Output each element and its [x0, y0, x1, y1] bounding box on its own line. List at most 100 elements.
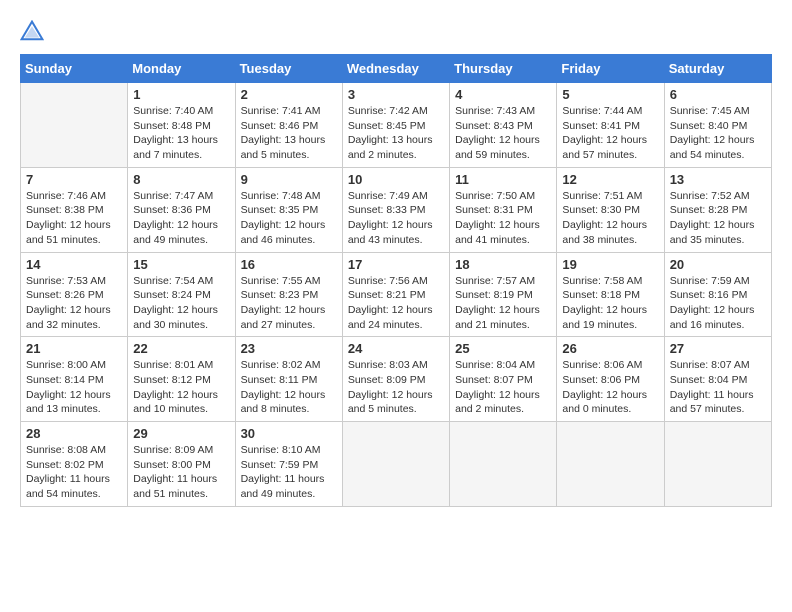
calendar-cell: 9 Sunrise: 7:48 AM Sunset: 8:35 PM Daylig…	[235, 167, 342, 252]
day-number: 29	[133, 426, 229, 441]
day-number: 4	[455, 87, 551, 102]
day-info: Sunrise: 7:43 AM Sunset: 8:43 PM Dayligh…	[455, 104, 551, 163]
day-number: 16	[241, 257, 337, 272]
day-info: Sunrise: 8:08 AM Sunset: 8:02 PM Dayligh…	[26, 443, 122, 502]
calendar-cell	[557, 422, 664, 507]
calendar-cell	[450, 422, 557, 507]
calendar-cell: 14 Sunrise: 7:53 AM Sunset: 8:26 PM Dayli…	[21, 252, 128, 337]
day-number: 22	[133, 341, 229, 356]
day-number: 13	[670, 172, 766, 187]
day-number: 12	[562, 172, 658, 187]
calendar-cell: 4 Sunrise: 7:43 AM Sunset: 8:43 PM Daylig…	[450, 83, 557, 168]
calendar-cell: 29 Sunrise: 8:09 AM Sunset: 8:00 PM Dayli…	[128, 422, 235, 507]
calendar-table: SundayMondayTuesdayWednesdayThursdayFrid…	[20, 54, 772, 507]
day-info: Sunrise: 8:09 AM Sunset: 8:00 PM Dayligh…	[133, 443, 229, 502]
day-number: 17	[348, 257, 444, 272]
day-info: Sunrise: 8:01 AM Sunset: 8:12 PM Dayligh…	[133, 358, 229, 417]
day-info: Sunrise: 8:04 AM Sunset: 8:07 PM Dayligh…	[455, 358, 551, 417]
day-number: 30	[241, 426, 337, 441]
calendar-cell	[664, 422, 771, 507]
day-number: 26	[562, 341, 658, 356]
day-number: 1	[133, 87, 229, 102]
calendar-cell: 7Sunrise: 7:46 AM Sunset: 8:38 PM Daylig…	[21, 167, 128, 252]
calendar-cell: 16 Sunrise: 7:55 AM Sunset: 8:23 PM Dayli…	[235, 252, 342, 337]
weekday-header-friday: Friday	[557, 55, 664, 83]
calendar-cell: 19 Sunrise: 7:58 AM Sunset: 8:18 PM Dayli…	[557, 252, 664, 337]
day-info: Sunrise: 7:53 AM Sunset: 8:26 PM Dayligh…	[26, 274, 122, 333]
day-info: Sunrise: 7:48 AM Sunset: 8:35 PM Dayligh…	[241, 189, 337, 248]
day-info: Sunrise: 7:58 AM Sunset: 8:18 PM Dayligh…	[562, 274, 658, 333]
calendar-cell: 15Sunrise: 7:54 AM Sunset: 8:24 PM Dayli…	[128, 252, 235, 337]
day-info: Sunrise: 8:06 AM Sunset: 8:06 PM Dayligh…	[562, 358, 658, 417]
day-number: 25	[455, 341, 551, 356]
day-info: Sunrise: 8:00 AM Sunset: 8:14 PM Dayligh…	[26, 358, 122, 417]
day-number: 7	[26, 172, 122, 187]
calendar-cell: 2Sunrise: 7:41 AM Sunset: 8:46 PM Daylig…	[235, 83, 342, 168]
calendar-cell	[21, 83, 128, 168]
day-info: Sunrise: 7:54 AM Sunset: 8:24 PM Dayligh…	[133, 274, 229, 333]
day-info: Sunrise: 7:51 AM Sunset: 8:30 PM Dayligh…	[562, 189, 658, 248]
calendar-cell: 3 Sunrise: 7:42 AM Sunset: 8:45 PM Daylig…	[342, 83, 449, 168]
weekday-header-monday: Monday	[128, 55, 235, 83]
day-number: 24	[348, 341, 444, 356]
calendar-cell: 20 Sunrise: 7:59 AM Sunset: 8:16 PM Dayli…	[664, 252, 771, 337]
week-row-1: 7Sunrise: 7:46 AM Sunset: 8:38 PM Daylig…	[21, 167, 772, 252]
day-info: Sunrise: 7:52 AM Sunset: 8:28 PM Dayligh…	[670, 189, 766, 248]
calendar-cell: 25 Sunrise: 8:04 AM Sunset: 8:07 PM Dayli…	[450, 337, 557, 422]
day-number: 9	[241, 172, 337, 187]
calendar-cell: 17 Sunrise: 7:56 AM Sunset: 8:21 PM Dayli…	[342, 252, 449, 337]
day-info: Sunrise: 7:42 AM Sunset: 8:45 PM Dayligh…	[348, 104, 444, 163]
day-number: 10	[348, 172, 444, 187]
header	[20, 20, 772, 44]
day-number: 18	[455, 257, 551, 272]
calendar-cell: 18Sunrise: 7:57 AM Sunset: 8:19 PM Dayli…	[450, 252, 557, 337]
weekday-header-thursday: Thursday	[450, 55, 557, 83]
day-info: Sunrise: 8:07 AM Sunset: 8:04 PM Dayligh…	[670, 358, 766, 417]
calendar-cell: 22 Sunrise: 8:01 AM Sunset: 8:12 PM Dayli…	[128, 337, 235, 422]
weekday-header-wednesday: Wednesday	[342, 55, 449, 83]
day-number: 20	[670, 257, 766, 272]
day-info: Sunrise: 7:56 AM Sunset: 8:21 PM Dayligh…	[348, 274, 444, 333]
calendar-cell: 24 Sunrise: 8:03 AM Sunset: 8:09 PM Dayli…	[342, 337, 449, 422]
calendar-cell: 1 Sunrise: 7:40 AM Sunset: 8:48 PM Daylig…	[128, 83, 235, 168]
day-info: Sunrise: 7:59 AM Sunset: 8:16 PM Dayligh…	[670, 274, 766, 333]
weekday-header-saturday: Saturday	[664, 55, 771, 83]
day-number: 11	[455, 172, 551, 187]
day-info: Sunrise: 7:40 AM Sunset: 8:48 PM Dayligh…	[133, 104, 229, 163]
day-number: 23	[241, 341, 337, 356]
day-number: 3	[348, 87, 444, 102]
calendar-cell: 8 Sunrise: 7:47 AM Sunset: 8:36 PM Daylig…	[128, 167, 235, 252]
calendar-cell	[342, 422, 449, 507]
week-row-3: 21Sunrise: 8:00 AM Sunset: 8:14 PM Dayli…	[21, 337, 772, 422]
calendar-cell: 23 Sunrise: 8:02 AM Sunset: 8:11 PM Dayli…	[235, 337, 342, 422]
weekday-header-sunday: Sunday	[21, 55, 128, 83]
day-number: 5	[562, 87, 658, 102]
weekday-header-row: SundayMondayTuesdayWednesdayThursdayFrid…	[21, 55, 772, 83]
day-number: 19	[562, 257, 658, 272]
calendar-cell: 11 Sunrise: 7:50 AM Sunset: 8:31 PM Dayli…	[450, 167, 557, 252]
calendar-cell: 5 Sunrise: 7:44 AM Sunset: 8:41 PM Daylig…	[557, 83, 664, 168]
day-number: 28	[26, 426, 122, 441]
day-info: Sunrise: 8:02 AM Sunset: 8:11 PM Dayligh…	[241, 358, 337, 417]
day-info: Sunrise: 8:10 AM Sunset: 7:59 PM Dayligh…	[241, 443, 337, 502]
calendar-cell: 26 Sunrise: 8:06 AM Sunset: 8:06 PM Dayli…	[557, 337, 664, 422]
day-number: 14	[26, 257, 122, 272]
weekday-header-tuesday: Tuesday	[235, 55, 342, 83]
day-info: Sunrise: 7:41 AM Sunset: 8:46 PM Dayligh…	[241, 104, 337, 163]
day-info: Sunrise: 7:55 AM Sunset: 8:23 PM Dayligh…	[241, 274, 337, 333]
calendar-cell: 30 Sunrise: 8:10 AM Sunset: 7:59 PM Dayli…	[235, 422, 342, 507]
day-info: Sunrise: 7:44 AM Sunset: 8:41 PM Dayligh…	[562, 104, 658, 163]
calendar-cell: 28 Sunrise: 8:08 AM Sunset: 8:02 PM Dayli…	[21, 422, 128, 507]
logo-icon	[20, 20, 44, 44]
day-number: 8	[133, 172, 229, 187]
day-info: Sunrise: 7:47 AM Sunset: 8:36 PM Dayligh…	[133, 189, 229, 248]
week-row-0: 1 Sunrise: 7:40 AM Sunset: 8:48 PM Daylig…	[21, 83, 772, 168]
calendar-cell: 6Sunrise: 7:45 AM Sunset: 8:40 PM Daylig…	[664, 83, 771, 168]
calendar-cell: 12 Sunrise: 7:51 AM Sunset: 8:30 PM Dayli…	[557, 167, 664, 252]
day-number: 27	[670, 341, 766, 356]
day-number: 6	[670, 87, 766, 102]
calendar-cell: 13 Sunrise: 7:52 AM Sunset: 8:28 PM Dayli…	[664, 167, 771, 252]
day-info: Sunrise: 7:49 AM Sunset: 8:33 PM Dayligh…	[348, 189, 444, 248]
day-info: Sunrise: 8:03 AM Sunset: 8:09 PM Dayligh…	[348, 358, 444, 417]
day-info: Sunrise: 7:50 AM Sunset: 8:31 PM Dayligh…	[455, 189, 551, 248]
